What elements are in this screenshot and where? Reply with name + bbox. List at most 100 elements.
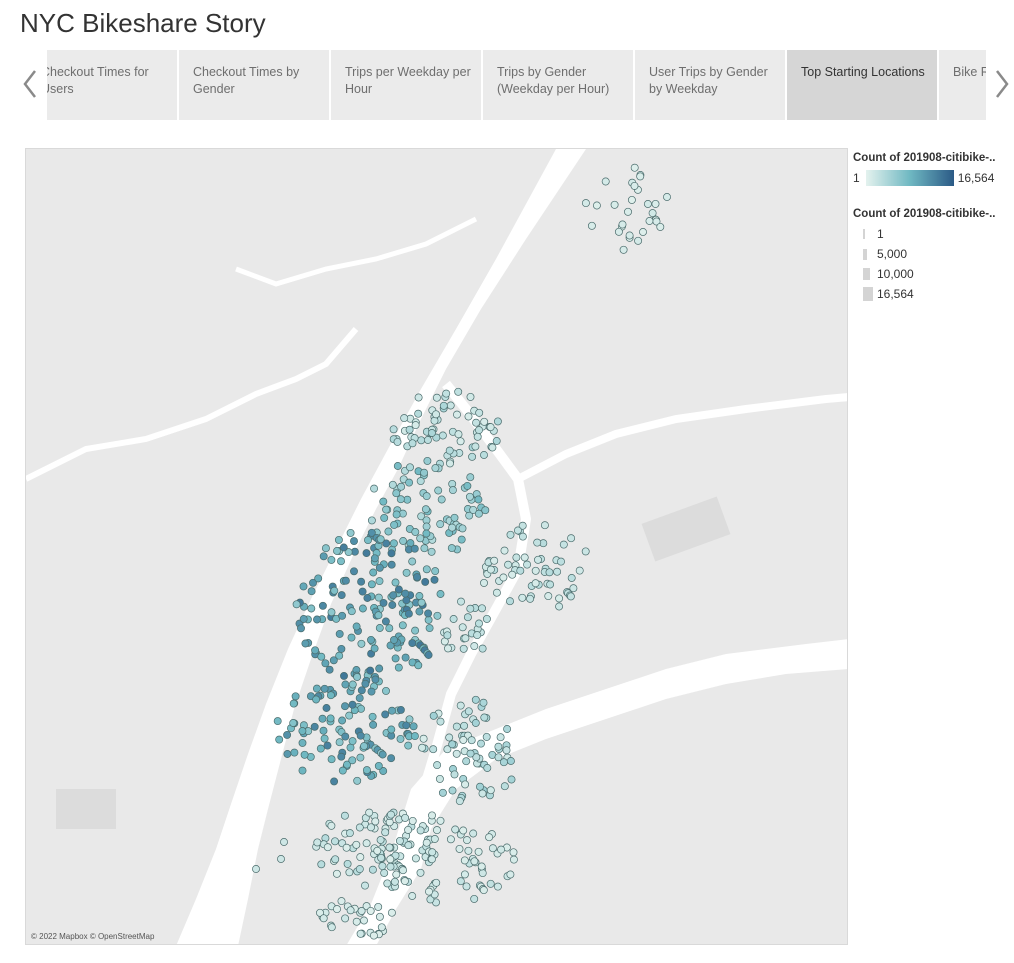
station-marker[interactable]: [438, 788, 447, 797]
station-marker[interactable]: [610, 200, 619, 209]
station-marker[interactable]: [327, 608, 336, 617]
station-marker[interactable]: [345, 868, 354, 877]
station-marker[interactable]: [474, 495, 483, 504]
station-marker[interactable]: [408, 639, 417, 648]
station-marker[interactable]: [378, 862, 387, 871]
station-marker[interactable]: [338, 611, 347, 620]
station-marker[interactable]: [455, 797, 464, 806]
station-marker[interactable]: [375, 563, 384, 572]
station-marker[interactable]: [424, 609, 433, 618]
station-marker[interactable]: [312, 684, 321, 693]
station-marker[interactable]: [486, 423, 495, 432]
station-marker[interactable]: [386, 855, 395, 864]
station-marker[interactable]: [486, 786, 495, 795]
station-marker[interactable]: [341, 680, 350, 689]
station-marker[interactable]: [298, 727, 307, 735]
station-marker[interactable]: [327, 755, 336, 764]
station-marker[interactable]: [500, 546, 509, 555]
station-marker[interactable]: [362, 766, 371, 775]
station-marker[interactable]: [645, 217, 654, 225]
station-marker[interactable]: [401, 653, 410, 662]
station-marker[interactable]: [526, 594, 535, 603]
station-marker[interactable]: [456, 701, 465, 710]
station-marker[interactable]: [370, 644, 379, 653]
station-marker[interactable]: [404, 825, 413, 834]
station-marker[interactable]: [445, 446, 454, 455]
station-marker[interactable]: [393, 462, 402, 470]
station-marker[interactable]: [555, 602, 564, 611]
station-marker[interactable]: [352, 622, 361, 631]
station-marker[interactable]: [356, 929, 365, 938]
station-marker[interactable]: [458, 623, 467, 632]
station-marker[interactable]: [377, 923, 386, 932]
station-marker[interactable]: [531, 579, 540, 588]
tab-trips-gender-weekday-hour[interactable]: Trips by Gender (Weekday per Hour): [483, 50, 633, 120]
station-marker[interactable]: [313, 838, 322, 847]
station-map[interactable]: © 2022 Mapbox © OpenStreetMap: [25, 148, 848, 945]
station-marker[interactable]: [618, 220, 627, 229]
station-marker[interactable]: [375, 912, 384, 921]
station-marker[interactable]: [350, 537, 358, 546]
station-marker[interactable]: [356, 731, 365, 740]
station-marker[interactable]: [411, 854, 420, 863]
station-marker[interactable]: [318, 601, 327, 610]
station-marker[interactable]: [416, 534, 425, 543]
station-marker[interactable]: [464, 846, 473, 855]
station-marker[interactable]: [358, 587, 367, 596]
station-marker[interactable]: [327, 555, 336, 564]
station-marker[interactable]: [421, 505, 430, 514]
station-marker[interactable]: [431, 464, 440, 473]
station-marker[interactable]: [636, 172, 645, 181]
station-marker[interactable]: [419, 734, 428, 743]
station-marker[interactable]: [454, 430, 463, 439]
station-marker[interactable]: [378, 750, 387, 759]
station-marker[interactable]: [348, 756, 357, 765]
station-marker[interactable]: [357, 686, 366, 695]
station-marker[interactable]: [391, 654, 400, 663]
station-marker[interactable]: [625, 231, 634, 240]
station-marker[interactable]: [458, 524, 467, 533]
station-marker[interactable]: [575, 566, 584, 575]
station-marker[interactable]: [375, 664, 384, 673]
station-marker[interactable]: [471, 442, 480, 451]
station-marker[interactable]: [350, 567, 358, 576]
station-marker[interactable]: [333, 905, 341, 914]
station-marker[interactable]: [360, 916, 368, 925]
station-marker[interactable]: [448, 523, 457, 532]
station-marker[interactable]: [357, 907, 366, 915]
station-marker[interactable]: [367, 687, 376, 696]
station-marker[interactable]: [338, 716, 347, 725]
station-marker[interactable]: [502, 746, 511, 755]
station-marker[interactable]: [283, 730, 292, 739]
station-marker[interactable]: [337, 557, 345, 566]
station-marker[interactable]: [376, 535, 385, 544]
station-marker[interactable]: [428, 848, 437, 857]
station-marker[interactable]: [463, 613, 472, 622]
station-marker[interactable]: [330, 586, 339, 595]
station-marker[interactable]: [476, 782, 484, 791]
station-marker[interactable]: [423, 436, 432, 444]
station-marker[interactable]: [280, 838, 288, 846]
station-marker[interactable]: [506, 757, 515, 765]
station-marker[interactable]: [334, 535, 343, 544]
station-marker[interactable]: [358, 604, 367, 613]
station-marker[interactable]: [459, 644, 468, 653]
station-marker[interactable]: [385, 843, 394, 852]
station-marker[interactable]: [355, 823, 364, 832]
station-marker[interactable]: [488, 844, 497, 853]
station-marker[interactable]: [411, 421, 420, 430]
station-marker[interactable]: [466, 749, 475, 758]
station-marker[interactable]: [567, 574, 576, 582]
station-marker[interactable]: [346, 906, 355, 915]
station-marker[interactable]: [544, 592, 553, 601]
station-marker[interactable]: [627, 195, 636, 204]
station-marker[interactable]: [314, 574, 323, 583]
station-marker[interactable]: [416, 868, 425, 877]
station-marker[interactable]: [313, 615, 321, 624]
station-marker[interactable]: [475, 426, 483, 435]
station-marker[interactable]: [437, 495, 446, 504]
station-marker[interactable]: [418, 743, 427, 752]
station-marker[interactable]: [516, 566, 525, 575]
station-marker[interactable]: [433, 761, 442, 770]
station-marker[interactable]: [342, 843, 351, 852]
